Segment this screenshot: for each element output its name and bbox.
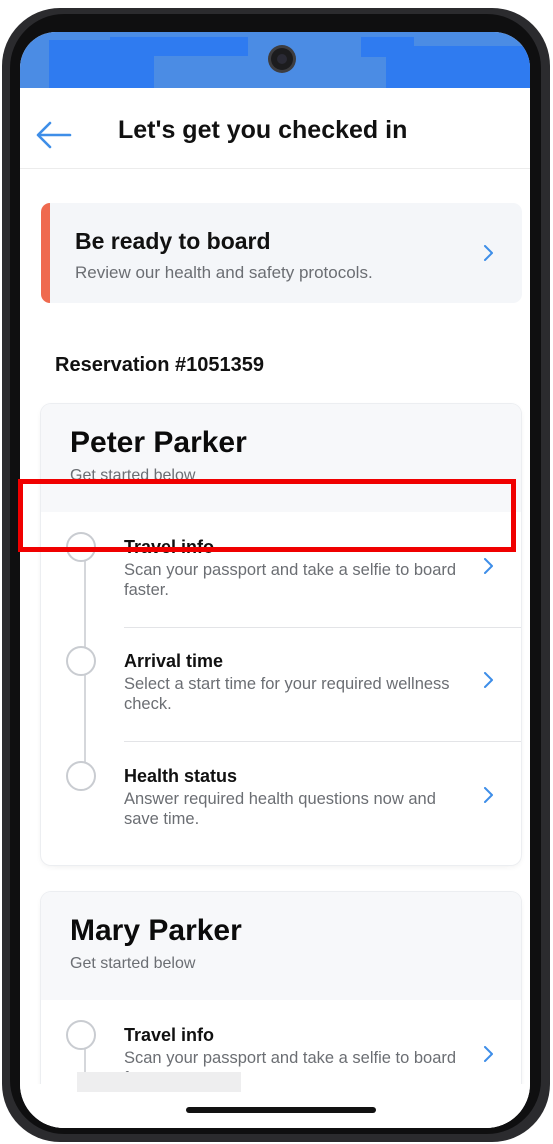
reservation-number: Reservation #1051359 [55,354,265,376]
board-ready-banner[interactable]: Be ready to board Review our health and … [41,203,522,303]
step-description: Select a start time for your required we… [124,675,450,713]
step-health-status[interactable]: Health status Answer required health que… [41,761,521,865]
status-bar [20,32,530,88]
redacted-block [386,46,530,88]
redacted-patch [77,1072,241,1092]
step-arrival-time[interactable]: Arrival time Select a start time for you… [41,646,521,760]
header-divider [20,168,530,169]
guest-name: Mary Parker [70,914,242,947]
banner-subtitle: Review our health and safety protocols. [75,263,373,282]
phone-screen: Let's get you checked in Be ready to boa… [20,32,530,1128]
step-divider [124,627,521,628]
circle-outline-icon [66,646,96,676]
circle-outline-icon [66,1020,96,1050]
chevron-right-icon [482,787,496,803]
redacted-block [110,37,248,56]
step-description: Answer required health questions now and… [124,790,436,828]
guest-card-peter: Peter Parker Get started below Travel in… [41,404,521,865]
back-button[interactable] [34,115,74,155]
step-divider [124,741,521,742]
chevron-right-icon [482,1046,496,1062]
chevron-right-icon [482,558,496,574]
highlight-box [18,479,516,552]
page-title: Let's get you checked in [118,116,408,144]
front-camera [271,48,293,70]
circle-outline-icon [66,761,96,791]
chevron-right-icon [482,245,496,261]
guest-subtitle: Get started below [70,955,196,972]
guest-card-header: Mary Parker Get started below [41,892,521,1000]
banner-accent-bar [41,203,50,303]
guest-name: Peter Parker [70,426,247,459]
banner-title: Be ready to board [75,228,271,254]
home-indicator[interactable] [186,1107,376,1113]
chevron-right-icon [482,672,496,688]
step-title: Travel info [124,1025,215,1045]
arrow-left-icon [36,121,72,149]
step-description: Scan your passport and take a selfie to … [124,561,457,599]
step-title: Arrival time [124,651,224,671]
step-title: Health status [124,766,238,786]
